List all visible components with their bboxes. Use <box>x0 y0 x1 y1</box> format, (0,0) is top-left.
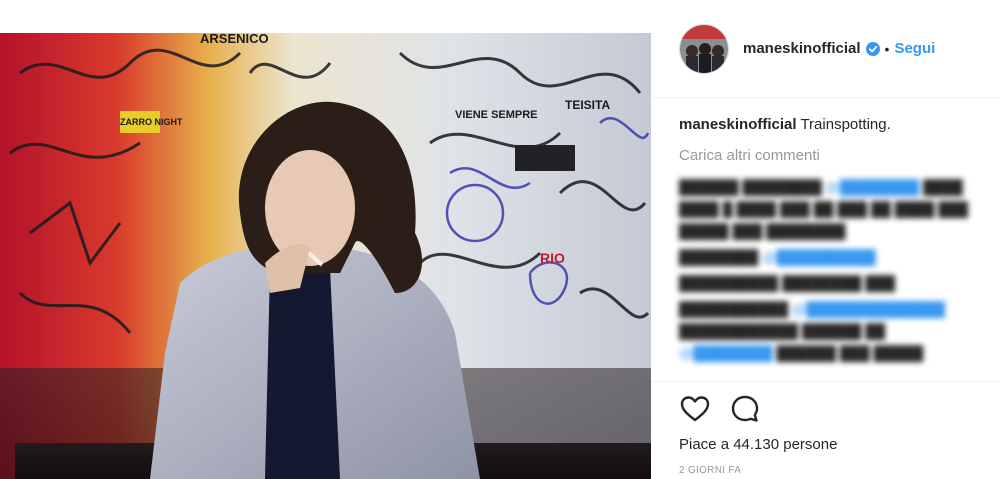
likes-count[interactable]: Piace a 44.130 persone <box>679 436 837 453</box>
caption-username[interactable]: maneskinofficial <box>679 116 797 133</box>
separator-dot: • <box>884 40 890 57</box>
blurred-comment: ████████ @██████████ <box>679 249 876 265</box>
divider <box>651 381 1000 382</box>
graffiti-label-0: ARSENICO <box>200 33 269 46</box>
caption-text: Trainspotting. <box>800 116 891 133</box>
avatar-image <box>680 24 728 73</box>
graffiti-label-1: ZARRO NIGHT <box>120 117 183 127</box>
blurred-comments: ██████ ████████ @████████ ████ ████ █ ██… <box>679 176 979 381</box>
post-timestamp[interactable]: 2 GIORNI FA <box>679 465 741 476</box>
graffiti-label-4: TEISITA <box>565 98 610 112</box>
blurred-comment: ███████████ @██████████████ ████████████… <box>679 301 946 361</box>
verified-badge-icon <box>865 41 880 56</box>
caption: maneskinofficial Trainspotting. <box>679 116 891 133</box>
heart-icon[interactable] <box>679 393 711 425</box>
post-photo[interactable]: ARSENICO ZARRO NIGHT RIO VIENE SEMPRE TE… <box>0 33 651 479</box>
post-header: maneskinofficial • Segui <box>651 0 1000 98</box>
comment-icon[interactable] <box>729 393 761 425</box>
graffiti-label-2: RIO <box>540 250 565 266</box>
blurred-comment: ██████████ ████████ ███ <box>679 275 896 291</box>
follow-button[interactable]: Segui <box>894 40 935 57</box>
blurred-comment: ██████ ████████ @████████ ████ ████ █ ██… <box>679 179 969 239</box>
username[interactable]: maneskinofficial <box>743 40 861 57</box>
graffiti-label-3: VIENE SEMPRE <box>455 109 538 121</box>
action-bar <box>679 393 761 425</box>
photo-artwork: ARSENICO ZARRO NIGHT RIO VIENE SEMPRE TE… <box>0 33 651 479</box>
post-sidebar: maneskinofficial • Segui maneskinofficia… <box>651 0 1000 479</box>
load-more-comments-button[interactable]: Carica altri commenti <box>679 147 820 164</box>
avatar[interactable] <box>679 23 729 74</box>
